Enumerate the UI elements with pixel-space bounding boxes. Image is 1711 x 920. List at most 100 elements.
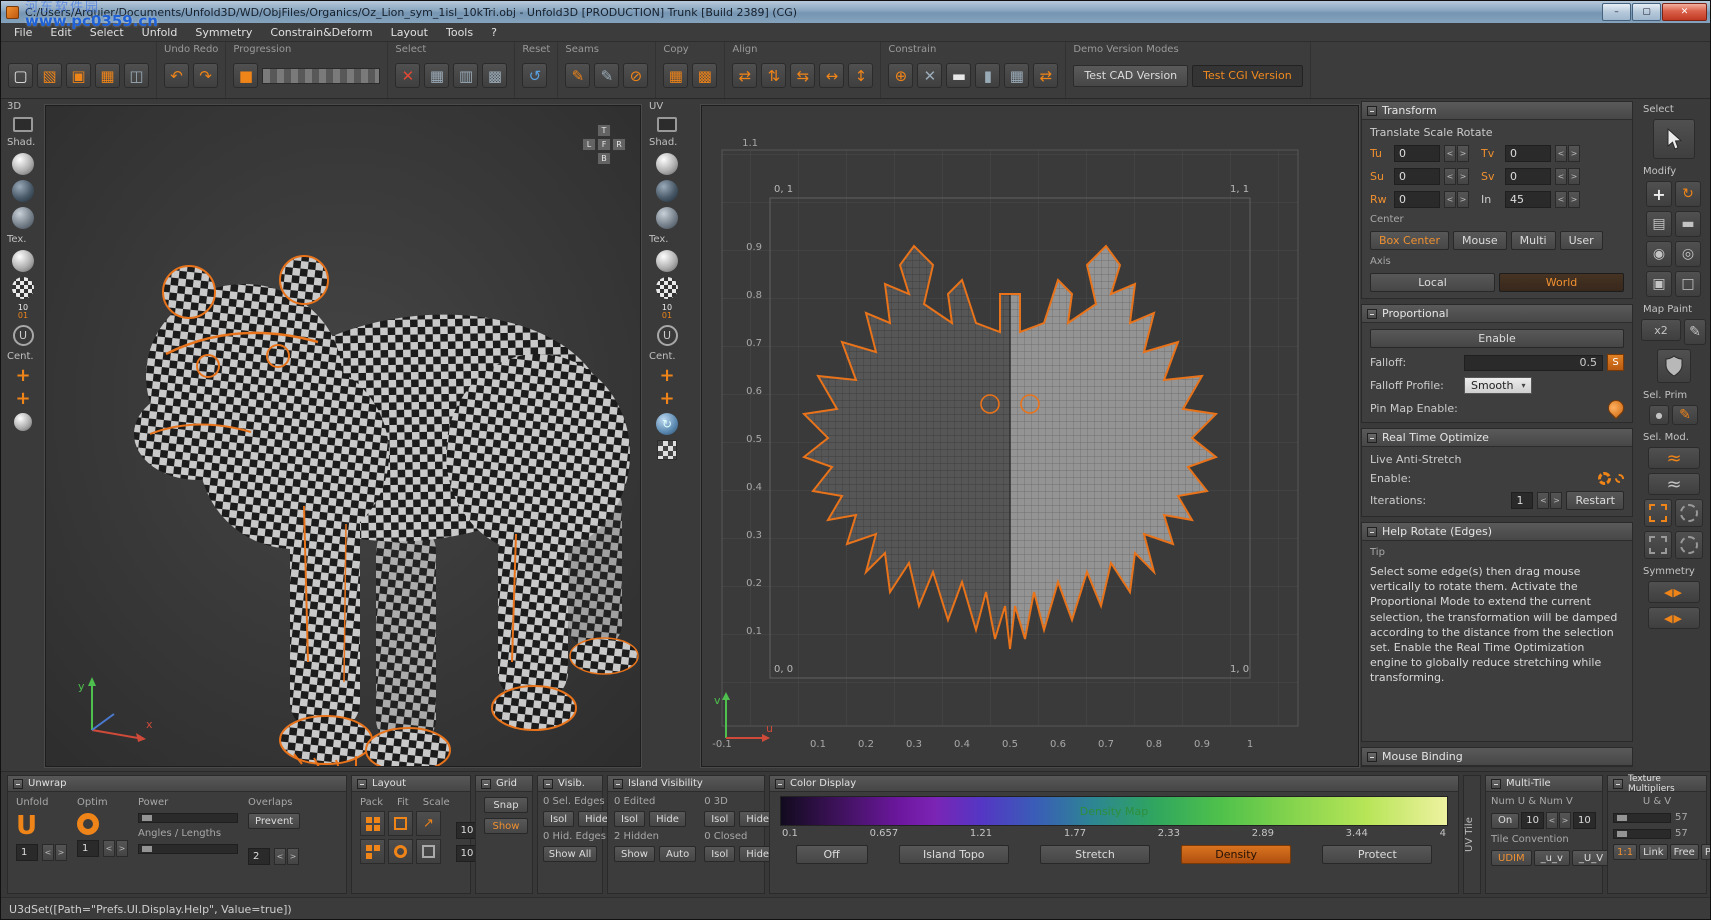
- point-select-icon[interactable]: ●: [1649, 405, 1669, 425]
- sphere-project-icon[interactable]: ◉: [1646, 241, 1672, 267]
- overlap-count[interactable]: 2: [248, 848, 270, 865]
- optim-dec[interactable]: <: [103, 840, 115, 857]
- falloff-slider[interactable]: 0.5: [1464, 355, 1603, 371]
- collapse-icon[interactable]: [1367, 752, 1377, 762]
- num-v-field[interactable]: 10: [1573, 812, 1596, 829]
- proportional-enable-button[interactable]: Enable: [1370, 329, 1624, 348]
- align-swap-icon[interactable]: ⇆: [790, 63, 815, 88]
- soft-select-icon[interactable]: ≈: [1648, 447, 1700, 469]
- minimize-button[interactable]: –: [1602, 3, 1631, 21]
- paint-brush-icon[interactable]: ✎: [1684, 319, 1706, 345]
- view-top-button[interactable]: T: [597, 124, 611, 137]
- copy-uv-icon[interactable]: ▦: [663, 63, 688, 88]
- collapse-icon[interactable]: [775, 779, 785, 789]
- menu-file[interactable]: File: [5, 24, 41, 41]
- view-left-button[interactable]: L: [582, 138, 596, 151]
- tv-field[interactable]: 0: [1505, 145, 1551, 162]
- marquee-alt-icon[interactable]: [1644, 531, 1672, 559]
- collapse-icon[interactable]: [357, 779, 367, 789]
- select-cursor-button[interactable]: [1653, 119, 1695, 159]
- collapse-icon[interactable]: [1491, 779, 1501, 789]
- protect-shield-icon[interactable]: [1657, 349, 1691, 383]
- menu-symmetry[interactable]: Symmetry: [186, 24, 261, 41]
- new-file-icon[interactable]: ▢: [8, 63, 33, 88]
- help-header[interactable]: Help Rotate (Edges): [1362, 523, 1632, 541]
- tu-inc[interactable]: >: [1457, 145, 1469, 162]
- mouse-binding-header[interactable]: Mouse Binding: [1362, 748, 1632, 766]
- uv-wireframe-sphere-icon[interactable]: [656, 180, 678, 202]
- su-field[interactable]: 0: [1394, 168, 1440, 185]
- menu-help[interactable]: ?: [482, 24, 506, 41]
- collapse-icon[interactable]: [481, 779, 491, 789]
- viewport-uv[interactable]: 1.1 0, 1 1, 1 0, 0 1, 0 0.9 0.8 0.7 0.6 …: [701, 105, 1359, 767]
- sv-inc[interactable]: >: [1568, 168, 1580, 185]
- distribute-v-icon[interactable]: ↕: [848, 63, 873, 88]
- iterations-inc[interactable]: >: [1550, 492, 1562, 509]
- iterations-field[interactable]: 1: [1511, 492, 1533, 509]
- fit-icon[interactable]: [388, 811, 413, 836]
- scale-icon[interactable]: ↗: [416, 811, 441, 836]
- rw-field[interactable]: 0: [1394, 191, 1440, 208]
- num-u-inc[interactable]: >: [1559, 812, 1571, 829]
- circle-fit-icon[interactable]: [388, 839, 413, 864]
- falloff-profile-select[interactable]: Smooth▾: [1464, 377, 1532, 394]
- title-bar[interactable]: C:/Users/Arquier/Documents/Unfold3D/WD/O…: [1, 1, 1711, 23]
- center-sphere-icon[interactable]: [14, 413, 32, 431]
- grid-show-button[interactable]: Show: [484, 818, 528, 834]
- edge-pen-icon[interactable]: ✎: [1672, 405, 1698, 425]
- select-dense-grid-icon[interactable]: ▩: [482, 63, 507, 88]
- gear-small-icon[interactable]: [1615, 474, 1624, 483]
- uv-checker-texture-icon[interactable]: [656, 277, 678, 299]
- stop-icon[interactable]: ■: [233, 63, 258, 88]
- tv-inc[interactable]: >: [1568, 145, 1580, 162]
- view-right-button[interactable]: R: [612, 138, 626, 151]
- symmetry-mirror-v-icon[interactable]: ◀▶: [1648, 607, 1700, 629]
- iterations-dec[interactable]: <: [1537, 492, 1549, 509]
- multi-tile-on-button[interactable]: On: [1491, 813, 1519, 829]
- uv-rotate-icon[interactable]: ↻: [656, 413, 678, 435]
- collapse-icon[interactable]: [1367, 106, 1377, 116]
- horizontal-constrain-icon[interactable]: ▬: [946, 63, 971, 88]
- display-off-button[interactable]: Off: [796, 845, 868, 864]
- rotate-tool-icon[interactable]: ↻: [1675, 181, 1701, 207]
- ratio-button[interactable]: 1:1: [1613, 844, 1637, 860]
- center-box-center-button[interactable]: Box Center: [1370, 231, 1449, 250]
- align-vertical-icon[interactable]: ⇅: [761, 63, 786, 88]
- paste-uv-icon[interactable]: ▩: [692, 63, 717, 88]
- num-u-field[interactable]: 10: [1521, 812, 1544, 829]
- seam-cut-icon[interactable]: ⊘: [623, 63, 648, 88]
- uv-island-canvas[interactable]: 1.1 0, 1 1, 1 0, 0 1, 0 0.9 0.8 0.7 0.6 …: [702, 106, 1358, 766]
- overlap-dec[interactable]: <: [274, 848, 286, 865]
- half-scale-icon[interactable]: [416, 839, 441, 864]
- collapse-icon[interactable]: [13, 779, 23, 789]
- center-mouse-button[interactable]: Mouse: [1453, 231, 1507, 250]
- num-u-dec[interactable]: <: [1546, 812, 1558, 829]
- visib-isol-button[interactable]: Isol: [543, 811, 574, 827]
- gear-icon[interactable]: [1598, 472, 1611, 485]
- center-multi-button[interactable]: Multi: [1511, 231, 1556, 250]
- unpin-icon[interactable]: ✕: [917, 63, 942, 88]
- texmult-v-slider[interactable]: [1613, 829, 1671, 839]
- save-icon[interactable]: ▣: [66, 63, 91, 88]
- uv-texel-density-icon[interactable]: 1001: [662, 304, 672, 320]
- select-rows-icon[interactable]: ▥: [453, 63, 478, 88]
- color-display-header[interactable]: Color Display: [770, 776, 1458, 792]
- box-project-icon[interactable]: ▣: [1646, 271, 1672, 297]
- vertical-constrain-icon[interactable]: ▮: [975, 63, 1000, 88]
- unfold-button[interactable]: U: [16, 813, 37, 839]
- axis-local-button[interactable]: Local: [1370, 273, 1495, 292]
- snapshot-icon[interactable]: ◫: [124, 63, 149, 88]
- uv-checker-tile-icon[interactable]: [657, 440, 677, 460]
- realtime-optimize-header[interactable]: Real Time Optimize: [1362, 429, 1632, 447]
- texmult-u-slider[interactable]: [1613, 813, 1671, 823]
- grid-snap-button[interactable]: Snap: [484, 797, 528, 813]
- sv-field[interactable]: 0: [1505, 168, 1551, 185]
- uv-upper-button[interactable]: _U_V: [1572, 850, 1610, 866]
- redo-icon[interactable]: ↷: [193, 63, 218, 88]
- pin-icon[interactable]: ⊕: [888, 63, 913, 88]
- collapse-icon[interactable]: [1613, 779, 1623, 789]
- pack-icon[interactable]: [360, 811, 385, 836]
- island-hide-button[interactable]: Hide: [649, 811, 686, 827]
- open-file-icon[interactable]: ▧: [37, 63, 62, 88]
- test-cgi-version-button[interactable]: Test CGI Version: [1192, 65, 1303, 87]
